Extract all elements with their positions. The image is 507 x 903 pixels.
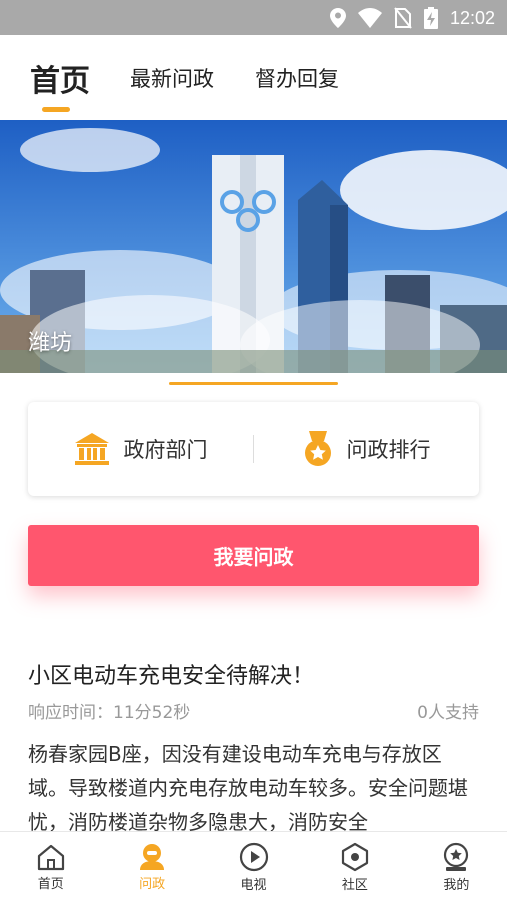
community-icon	[341, 842, 369, 872]
nav-label-profile: 我的	[443, 878, 470, 893]
location-icon	[329, 8, 346, 28]
no-sim-icon	[394, 7, 412, 29]
status-time: 12:02	[449, 7, 495, 28]
top-tab-bar: 首页 最新问政 督办回复	[0, 35, 507, 120]
nav-label-tv: 电视	[240, 878, 267, 893]
profile-icon	[444, 842, 469, 871]
battery-charging-icon	[423, 7, 438, 29]
article-body: 杨春家园B座，因没有建设电动车充电与存放区域。导致楼道内充电存放电动车较多。安全…	[28, 742, 468, 833]
status-bar: 12:02	[0, 0, 507, 35]
inquiry-ranking-link[interactable]: 问政排行	[254, 402, 479, 496]
tab-latest-inquiries[interactable]: 最新问政	[130, 35, 214, 120]
tab-supervision-replies[interactable]: 督办回复	[255, 35, 339, 120]
government-icon	[74, 433, 109, 465]
nav-item-inquiry[interactable]: 问政	[101, 832, 202, 903]
tv-play-icon	[239, 842, 268, 872]
nav-item-profile[interactable]: 我的	[406, 832, 507, 903]
active-tab-indicator	[42, 107, 70, 112]
nav-item-community[interactable]: 社区	[304, 832, 405, 903]
nav-item-tv[interactable]: 电视	[203, 832, 304, 903]
article-meta: 响应时间：11分52秒 0人支持	[28, 698, 479, 723]
nav-label-community: 社区	[341, 878, 368, 893]
article-title: 小区电动车充电安全待解决！	[28, 664, 315, 689]
wifi-icon	[357, 8, 382, 28]
bottom-nav: 首页 问政 电视 社区 我的	[0, 831, 507, 903]
government-departments-link[interactable]: 政府部门	[28, 402, 253, 496]
home-icon	[37, 844, 64, 871]
banner-image	[0, 120, 507, 373]
support-count: 0人支持	[417, 703, 479, 723]
nav-label-inquiry: 问政	[139, 877, 166, 892]
ranking-medal-icon	[304, 431, 331, 466]
status-icons: 12:02	[329, 6, 495, 30]
nav-label-home: 首页	[37, 877, 64, 892]
banner-page-indicator	[169, 382, 338, 385]
banner-caption: 潍坊	[28, 331, 73, 356]
response-time: 响应时间：11分52秒	[28, 703, 191, 723]
nav-item-home[interactable]: 首页	[0, 832, 101, 903]
inquiry-ranking-label: 问政排行	[346, 438, 431, 462]
inquiry-icon	[140, 844, 165, 870]
government-departments-label: 政府部门	[123, 438, 208, 462]
banner-carousel[interactable]: 潍坊	[0, 120, 507, 373]
ask-question-button[interactable]: 我要问政	[28, 525, 479, 586]
quick-links-card: 政府部门 问政排行	[28, 402, 479, 496]
list-item[interactable]: 小区电动车充电安全待解决！ 响应时间：11分52秒 0人支持 杨春家园B座，因没…	[28, 660, 479, 833]
